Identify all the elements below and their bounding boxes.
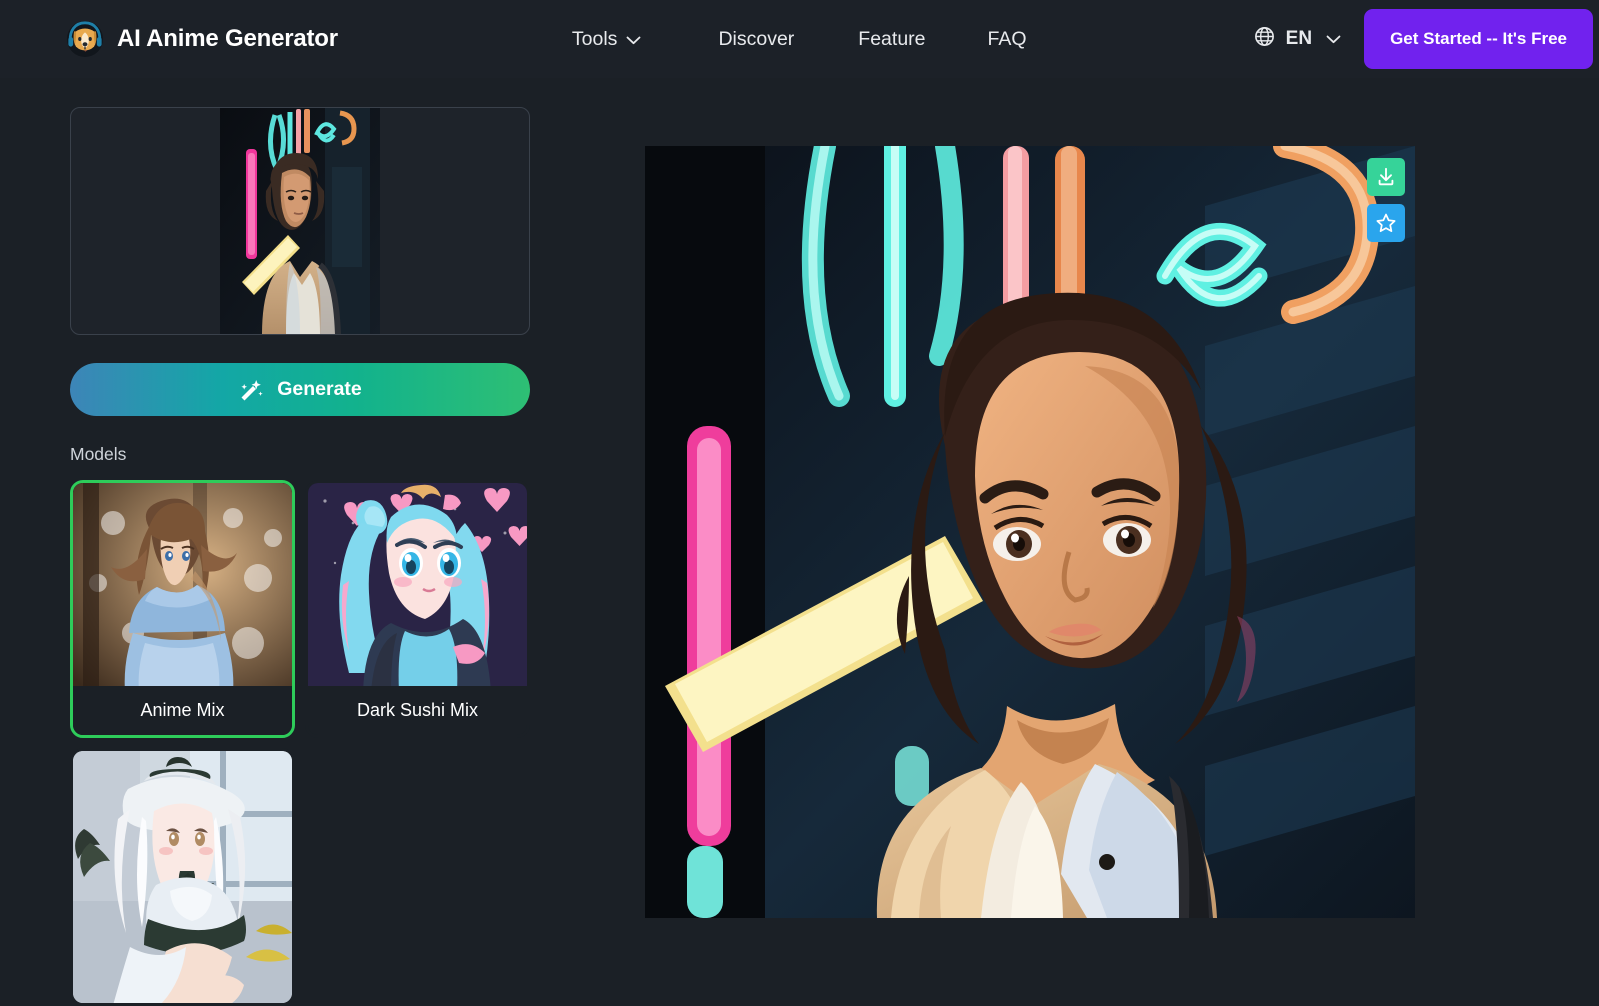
nav-item-faq-label: FAQ: [988, 28, 1027, 51]
models-section-label: Models: [70, 444, 530, 465]
result-actions: [1367, 158, 1405, 242]
nav-item-discover-label: Discover: [718, 28, 794, 51]
globe-icon: [1253, 25, 1276, 54]
model-thumbnail: [308, 483, 527, 692]
model-thumbnail: [73, 483, 292, 692]
models-grid: Anime Mix: [70, 480, 530, 1006]
chevron-down-icon: [1326, 28, 1341, 50]
model-card-label: Dark Sushi Mix: [308, 686, 527, 735]
app-header: AI Anime Generator Tools Discover Featur…: [0, 0, 1599, 78]
language-selector[interactable]: EN: [1253, 25, 1341, 54]
nav-item-feature[interactable]: Feature: [858, 28, 925, 51]
nav-item-discover[interactable]: Discover: [718, 28, 794, 51]
source-image-preview[interactable]: [70, 107, 530, 335]
model-card-anime-mix[interactable]: Anime Mix: [70, 480, 295, 738]
favorite-button[interactable]: [1367, 204, 1405, 242]
dog-headphones-logo-icon: [66, 20, 104, 58]
model-thumbnail: [73, 751, 292, 1006]
model-card-dark-sushi-mix[interactable]: Dark Sushi Mix: [305, 480, 530, 738]
generate-button[interactable]: Generate: [70, 363, 530, 416]
brand-title: AI Anime Generator: [117, 25, 338, 53]
model-card-third[interactable]: [70, 748, 295, 1006]
star-icon: [1375, 212, 1397, 234]
language-value: EN: [1286, 28, 1312, 50]
nav-item-tools-label: Tools: [572, 28, 618, 51]
nav-item-tools[interactable]: Tools: [572, 28, 642, 51]
model-card-label: Anime Mix: [73, 686, 292, 735]
nav-item-feature-label: Feature: [858, 28, 925, 51]
magic-wand-icon: [238, 377, 264, 403]
generate-button-label: Generate: [277, 378, 362, 401]
download-icon: [1375, 166, 1397, 188]
generated-image[interactable]: [645, 146, 1415, 918]
get-started-button[interactable]: Get Started -- It's Free: [1364, 9, 1593, 69]
chevron-down-icon: [626, 28, 641, 51]
left-panel: Generate Models: [70, 107, 530, 1006]
nav-item-faq[interactable]: FAQ: [988, 28, 1027, 51]
main-nav: Tools Discover Feature FAQ: [572, 28, 1027, 51]
download-button[interactable]: [1367, 158, 1405, 196]
header-right: EN Get Started -- It's Free: [1253, 0, 1599, 78]
brand[interactable]: AI Anime Generator: [66, 20, 338, 58]
